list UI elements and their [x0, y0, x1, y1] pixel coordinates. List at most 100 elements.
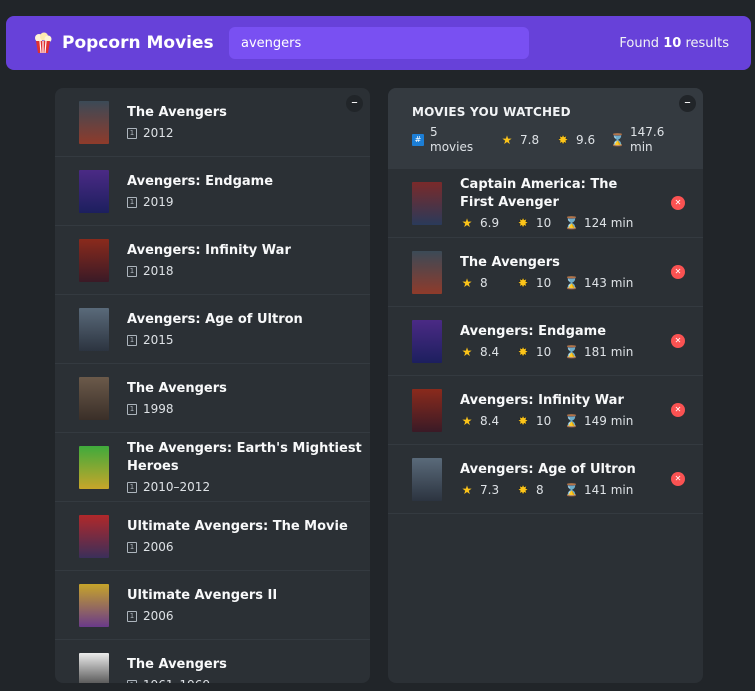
movie-poster [79, 307, 109, 351]
navbar: Popcorn Movies Found 10 results [6, 16, 751, 70]
collapse-watched-button[interactable]: – [679, 95, 696, 112]
watched-runtime-value: 181 min [584, 345, 634, 359]
watched-title: Captain America: The First Avenger [460, 177, 618, 210]
movie-year-text: 2006 [143, 540, 174, 554]
movie-poster [412, 250, 442, 294]
runtime-text: 147.6 min [630, 125, 664, 155]
summary-runtime: ⌛ 147.6 min [610, 125, 664, 155]
results-suffix: results [685, 35, 729, 51]
movie-year: 1 2006 [127, 540, 348, 554]
calendar-icon: 1 [127, 679, 137, 683]
movie-poster [79, 514, 109, 558]
watched-list-item: Avengers: Endgame ★ 8.4 ✸ 10 ⌛ 181 min ✕ [388, 307, 703, 376]
glowing-star-icon: ✸ [517, 276, 529, 290]
popcorn-icon [35, 32, 52, 54]
movie-list-item[interactable]: The Avengers 1 1998 [55, 364, 370, 433]
summary-user: ✸ 9.6 [556, 125, 610, 155]
movie-poster [79, 169, 109, 213]
summary-title: MOVIES YOU WATCHED [412, 105, 571, 119]
results-prefix: Found [619, 35, 660, 51]
movie-year-text: 2015 [143, 333, 174, 347]
watched-list-item: Avengers: Infinity War ★ 8.4 ✸ 10 ⌛ 149 min ✕ [388, 376, 703, 445]
delete-watched-button[interactable]: ✕ [671, 403, 685, 417]
movie-poster [79, 376, 109, 420]
app-title: Popcorn Movies [62, 33, 214, 53]
watched-user-value: 8 [536, 483, 544, 497]
watched-info: Avengers: Endgame ★ 8.4 ✸ 10 ⌛ 181 min [460, 323, 633, 359]
watched-info: Avengers: Infinity War ★ 8.4 ✸ 10 ⌛ 149 min [460, 392, 633, 428]
summary-stats: # 5 movies ★ 7.8 ✸ 9.6 ⌛ 147.6 min [412, 125, 679, 155]
watched-stats: ★ 8 ✸ 10 ⌛ 143 min [460, 276, 634, 290]
star-icon: ★ [461, 483, 473, 497]
movie-title: Avengers: Age of Ultron [127, 312, 303, 327]
movie-list-item[interactable]: Avengers: Age of Ultron 1 2015 [55, 295, 370, 364]
movie-year-text: 2018 [143, 264, 174, 278]
logo: Popcorn Movies [32, 32, 229, 54]
movie-poster [79, 583, 109, 627]
watched-user: ✸ 10 [516, 216, 564, 230]
watched-imdb-value: 8.4 [480, 414, 500, 428]
movie-info: The Avengers 1 1998 [127, 380, 227, 416]
search-results-box: – The Avengers 1 2012 Avengers: Endgame 1 201… [55, 88, 370, 683]
watched-user-value: 10 [536, 276, 552, 290]
calendar-icon: 1 [127, 541, 137, 553]
watched-stats: ★ 6.9 ✸ 10 ⌛ 124 min [460, 216, 650, 230]
collapse-results-button[interactable]: – [346, 95, 363, 112]
calendar-icon: 1 [127, 127, 137, 139]
movie-info: Avengers: Endgame 1 2019 [127, 173, 273, 209]
movie-poster [79, 445, 109, 489]
watched-user-value: 10 [536, 414, 552, 428]
user-avg: 9.6 [576, 132, 596, 147]
movie-year: 1 2006 [127, 609, 277, 623]
glowing-star-icon: ✸ [517, 414, 529, 428]
glowing-star-icon: ✸ [517, 216, 529, 230]
delete-watched-button[interactable]: ✕ [671, 196, 685, 210]
movie-info: Ultimate Avengers II 1 2006 [127, 587, 277, 623]
hourglass-icon: ⌛ [564, 276, 579, 290]
movie-poster [412, 181, 442, 225]
watched-info: Avengers: Age of Ultron ★ 7.3 ✸ 8 ⌛ 141 min [460, 461, 636, 497]
movie-year: 1 1961–1969 [127, 678, 227, 683]
delete-watched-button[interactable]: ✕ [671, 472, 685, 486]
watched-runtime: ⌛ 181 min [564, 345, 633, 359]
watched-stats: ★ 7.3 ✸ 8 ⌛ 141 min [460, 483, 636, 497]
movie-year: 1 2015 [127, 333, 303, 347]
movie-year-text: 1998 [143, 402, 174, 416]
movie-title: The Avengers [127, 381, 227, 396]
delete-watched-button[interactable]: ✕ [671, 265, 685, 279]
watched-imdb: ★ 7.3 [460, 483, 516, 497]
movie-list-item[interactable]: Avengers: Endgame 1 2019 [55, 157, 370, 226]
watched-list-item: The Avengers ★ 8 ✸ 10 ⌛ 143 min ✕ [388, 238, 703, 307]
watched-user-value: 10 [536, 216, 552, 230]
calendar-icon: 1 [127, 334, 137, 346]
watched-list-item: Avengers: Age of Ultron ★ 7.3 ✸ 8 ⌛ 141 min ✕ [388, 445, 703, 514]
movie-info: The Avengers 1 2012 [127, 104, 227, 140]
movie-list-item[interactable]: The Avengers 1 1961–1969 [55, 640, 370, 683]
calendar-icon: 1 [127, 196, 137, 208]
movie-year: 1 2018 [127, 264, 291, 278]
watched-title: Avengers: Endgame [460, 324, 607, 339]
movie-info: Ultimate Avengers: The Movie 1 2006 [127, 518, 348, 554]
movie-list: The Avengers 1 2012 Avengers: Endgame 1 2019 A… [55, 88, 370, 683]
watched-list-item: Captain America: The First Avenger ★ 6.9 ✸ 1… [388, 169, 703, 238]
movie-year: 1 2010–2012 [127, 480, 370, 494]
delete-watched-button[interactable]: ✕ [671, 334, 685, 348]
movie-list-item[interactable]: The Avengers: Earth's Mightiest Heroes 1 2… [55, 433, 370, 502]
watched-imdb: ★ 8 [460, 276, 516, 290]
watched-runtime-value: 141 min [584, 483, 634, 497]
watched-runtime: ⌛ 149 min [564, 414, 633, 428]
watched-imdb-value: 8.4 [480, 345, 500, 359]
count-unit: movies [430, 140, 474, 154]
movie-list-item[interactable]: Ultimate Avengers II 1 2006 [55, 571, 370, 640]
movie-list-item[interactable]: Avengers: Infinity War 1 2018 [55, 226, 370, 295]
hourglass-icon: ⌛ [564, 216, 579, 230]
summary-count: # 5 movies [412, 125, 500, 155]
movie-list-item[interactable]: Ultimate Avengers: The Movie 1 2006 [55, 502, 370, 571]
search-input[interactable] [229, 27, 529, 59]
movie-poster [412, 319, 442, 363]
calendar-icon: 1 [127, 481, 137, 493]
movie-list-item[interactable]: The Avengers 1 2012 [55, 88, 370, 157]
movie-title: The Avengers [127, 657, 227, 672]
watched-title: Avengers: Age of Ultron [460, 462, 636, 477]
watched-runtime: ⌛ 143 min [564, 276, 633, 290]
